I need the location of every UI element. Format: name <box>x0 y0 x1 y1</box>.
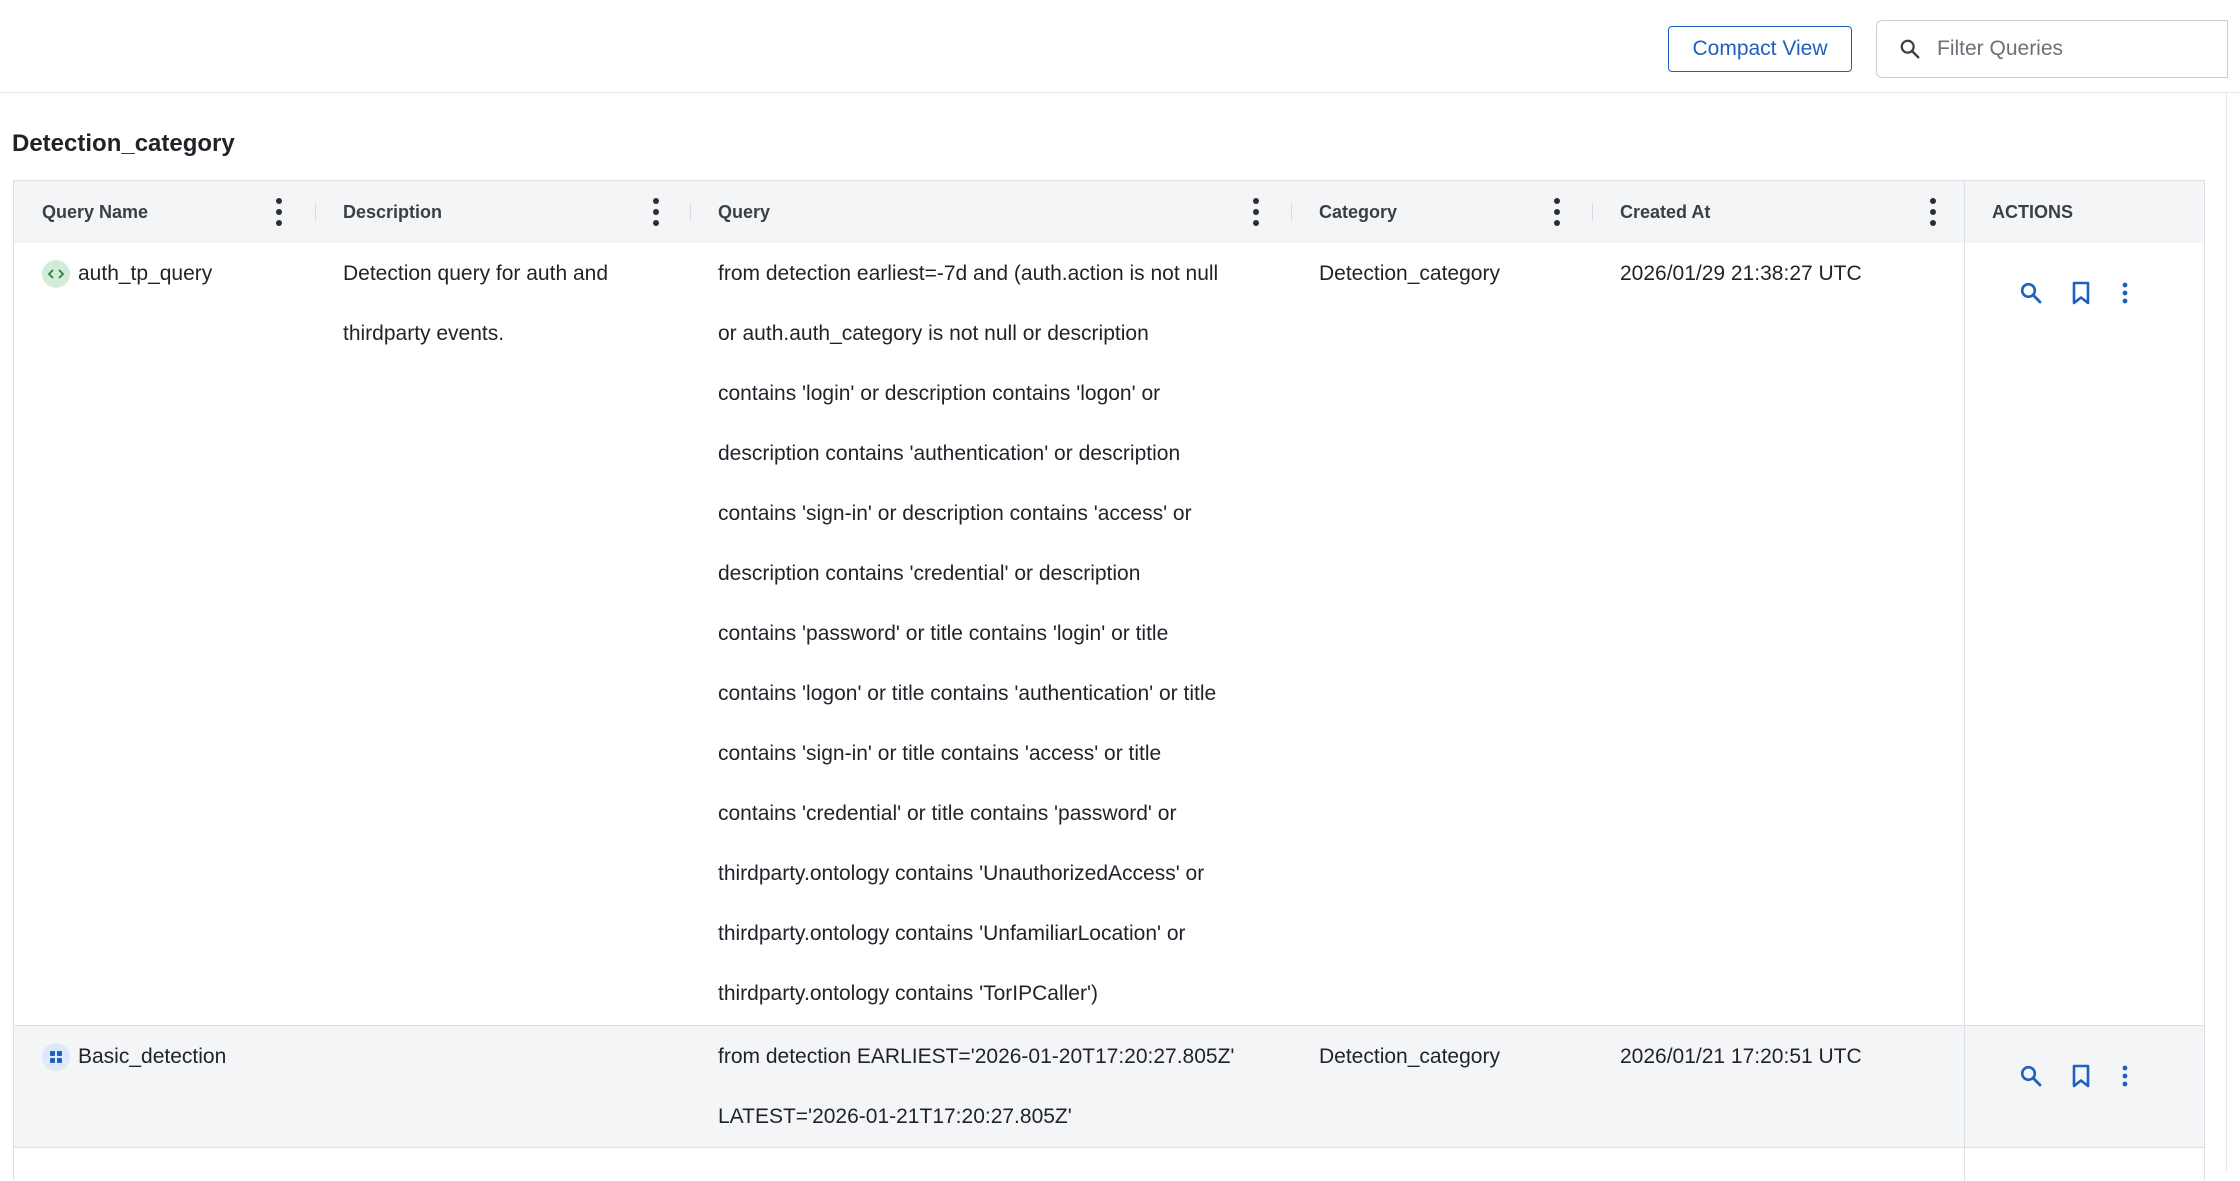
description-line: thirdparty events. <box>343 322 505 345</box>
search-icon[interactable] <box>2019 281 2043 305</box>
query-line: thirdparty.ontology contains 'TorIPCalle… <box>718 982 1098 1005</box>
query-line: contains 'sign-in' or title contains 'ac… <box>718 742 1162 765</box>
section-title: Detection_category <box>12 130 235 157</box>
table-row[interactable]: Basic_detection from detection EARLIEST=… <box>14 1026 1964 1148</box>
bookmark-icon[interactable] <box>2071 1064 2091 1088</box>
bookmark-icon[interactable] <box>2071 281 2091 305</box>
column-menu-icon[interactable] <box>646 198 666 226</box>
query-cell: from detection EARLIEST='2026-01-20T17:2… <box>718 1027 1288 1147</box>
column-header-created-at[interactable]: Created At <box>1592 181 1964 243</box>
row-actions <box>1965 243 2204 1026</box>
column-header-query-name[interactable]: Query Name <box>14 181 315 243</box>
query-name-cell[interactable]: Basic_detection <box>42 1027 226 1087</box>
filter-queries-field[interactable] <box>1876 20 2228 78</box>
query-line: description contains 'credential' or des… <box>718 562 1141 585</box>
description-line: Detection query for auth and <box>343 262 609 285</box>
search-icon <box>1900 39 1920 59</box>
description-cell: Detection query for auth and thirdparty … <box>343 244 683 364</box>
column-header-query[interactable]: Query <box>690 181 1291 243</box>
query-line: from detection EARLIEST='2026-01-20T17:2… <box>718 1045 1235 1068</box>
grid-icon <box>42 1043 70 1071</box>
more-options-icon[interactable] <box>2120 1064 2130 1088</box>
query-line: from detection earliest=-7d and (auth.ac… <box>718 262 1219 285</box>
panel-divider <box>2226 92 2227 1171</box>
filter-queries-input[interactable] <box>1935 36 2209 62</box>
code-icon <box>42 260 70 288</box>
column-header-category[interactable]: Category <box>1291 181 1592 243</box>
created-at-cell: 2026/01/21 17:20:51 UTC <box>1620 1045 1862 1068</box>
queries-table: Query Name Description Query Category Cr… <box>13 180 2205 1181</box>
column-menu-icon[interactable] <box>269 198 289 226</box>
row-actions <box>1965 1026 2204 1148</box>
column-menu-icon[interactable] <box>1923 198 1943 226</box>
column-header-description[interactable]: Description <box>315 181 690 243</box>
created-at-cell: 2026/01/29 21:38:27 UTC <box>1620 262 1862 285</box>
query-name: Basic_detection <box>78 1045 227 1068</box>
query-name-cell[interactable]: auth_tp_query <box>42 244 212 304</box>
query-line: contains 'login' or description contains… <box>718 382 1161 405</box>
category-cell: Detection_category <box>1319 262 1500 285</box>
table-header: Query Name Description Query Category Cr… <box>14 181 2204 244</box>
query-line: or auth.auth_category is not null or des… <box>718 322 1149 345</box>
more-options-icon[interactable] <box>2120 281 2130 305</box>
table-row[interactable]: auth_tp_query Detection query for auth a… <box>14 243 1964 1026</box>
query-line: description contains 'authentication' or… <box>718 442 1181 465</box>
search-icon[interactable] <box>2019 1064 2043 1088</box>
query-line: contains 'logon' or title contains 'auth… <box>718 682 1217 705</box>
query-name: auth_tp_query <box>78 262 213 285</box>
query-cell: from detection earliest=-7d and (auth.ac… <box>718 244 1288 1024</box>
query-line: LATEST='2026-01-21T17:20:27.805Z' <box>718 1105 1072 1128</box>
top-toolbar: Compact View <box>0 0 2240 93</box>
query-line: contains 'credential' or title contains … <box>718 802 1177 825</box>
query-line: contains 'password' or title contains 'l… <box>718 622 1169 645</box>
query-line: thirdparty.ontology contains 'Unfamiliar… <box>718 922 1186 945</box>
query-line: contains 'sign-in' or description contai… <box>718 502 1192 525</box>
column-menu-icon[interactable] <box>1547 198 1567 226</box>
compact-view-button[interactable]: Compact View <box>1668 26 1852 72</box>
query-line: thirdparty.ontology contains 'Unauthoriz… <box>718 862 1205 885</box>
column-header-actions: ACTIONS <box>1992 201 2073 222</box>
column-menu-icon[interactable] <box>1246 198 1266 226</box>
category-cell: Detection_category <box>1319 1045 1500 1068</box>
